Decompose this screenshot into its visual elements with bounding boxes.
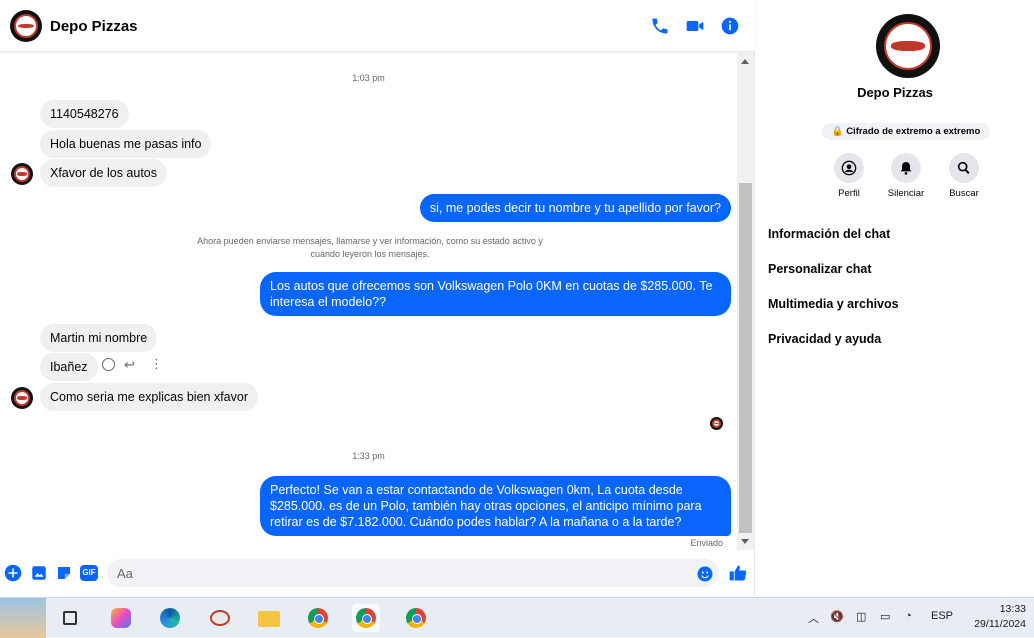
mute-button[interactable]: Silenciar — [876, 153, 936, 199]
encryption-badge[interactable]: 🔒 Cifrado de extremo a extremo — [822, 123, 990, 140]
sender-avatar — [11, 163, 33, 185]
menu-customize-chat[interactable]: Personalizar chat — [768, 262, 872, 276]
photo-icon[interactable] — [30, 564, 48, 582]
conversation-details-panel: Depo Pizzas 🔒 Cifrado de extremo a extre… — [756, 0, 1034, 597]
menu-privacy-help[interactable]: Privacidad y ayuda — [768, 332, 881, 346]
phone-icon[interactable] — [650, 16, 670, 36]
profile-icon — [834, 153, 864, 183]
file-explorer-icon[interactable] — [255, 604, 283, 632]
incoming-message[interactable]: Xfavor de los autos — [40, 159, 168, 187]
scroll-up-arrow[interactable] — [741, 59, 749, 64]
battery-icon[interactable]: ▭ — [880, 610, 890, 623]
menu-chat-info[interactable]: Información del chat — [768, 227, 890, 241]
show-hidden-icons-icon[interactable]: ︿ — [808, 610, 819, 626]
read-receipt-avatar — [710, 417, 723, 430]
language-indicator[interactable]: ESP — [931, 610, 953, 622]
edge-icon[interactable] — [156, 604, 184, 632]
messenger-app: Depo Pizzas 1:03 pm 1140548276 Hola buen… — [0, 0, 1034, 597]
chat-column: Depo Pizzas 1:03 pm 1140548276 Hola buen… — [0, 0, 755, 597]
bell-icon — [891, 153, 921, 183]
outgoing-message[interactable]: Perfecto! Se van a estar contactando de … — [260, 476, 731, 536]
sender-avatar — [11, 387, 33, 409]
outgoing-message[interactable]: si, me podes decir tu nombre y tu apelli… — [419, 194, 731, 222]
outgoing-message[interactable]: Los autos que ofrecemos son Volkswagen P… — [260, 272, 731, 316]
profile-button[interactable]: Perfil — [819, 153, 879, 199]
message-composer: GIF — [0, 552, 755, 597]
widgets-thumbnail[interactable] — [0, 598, 46, 638]
speaker-muted-icon[interactable]: 🔇 — [830, 610, 844, 623]
contact-avatar[interactable] — [10, 10, 42, 42]
gif-icon[interactable]: GIF — [80, 564, 100, 582]
message-scrollbar[interactable] — [737, 53, 754, 550]
info-icon[interactable] — [720, 16, 740, 36]
sticker-icon[interactable] — [55, 564, 73, 582]
scrollbar-thumb[interactable] — [739, 183, 752, 533]
camera-icon[interactable]: ◫ — [856, 610, 866, 623]
incoming-message[interactable]: 1140548276 — [40, 100, 129, 128]
copilot-icon[interactable] — [107, 604, 135, 632]
incoming-message[interactable]: Como seria me explicas bien xfavor — [40, 383, 258, 411]
message-list[interactable]: 1:03 pm 1140548276 Hola buenas me pasas … — [0, 53, 737, 550]
plus-icon[interactable] — [4, 564, 22, 582]
search-icon — [949, 153, 979, 183]
chrome-profile-t-icon[interactable] — [402, 604, 430, 632]
wifi-icon[interactable]: ◔ — [905, 610, 912, 622]
react-icon[interactable] — [102, 358, 115, 371]
menu-media-files[interactable]: Multimedia y archivos — [768, 297, 899, 311]
paint-icon[interactable] — [206, 604, 234, 632]
more-options-icon[interactable]: ⋮ — [150, 357, 163, 370]
incoming-message[interactable]: Martin mi nombre — [40, 324, 158, 352]
chat-header: Depo Pizzas — [0, 0, 755, 52]
windows-taskbar: ︿ 🔇 ◫ ▭ ◔ ESP 13:33 29/11/2024 — [0, 597, 1034, 638]
contact-name[interactable]: Depo Pizzas — [50, 18, 138, 35]
timestamp: 1:03 pm — [352, 73, 385, 83]
chrome-icon[interactable] — [304, 604, 332, 632]
video-call-icon[interactable] — [685, 16, 705, 36]
timestamp: 1:33 pm — [352, 451, 385, 461]
system-clock[interactable]: 13:33 29/11/2024 — [974, 602, 1026, 632]
lock-icon: 🔒 — [831, 126, 844, 137]
incoming-message[interactable]: Hola buenas me pasas info — [40, 130, 212, 158]
chrome-profile-icon[interactable] — [352, 604, 380, 632]
scroll-down-arrow[interactable] — [741, 539, 749, 544]
contact-name: Depo Pizzas — [857, 85, 933, 100]
system-notice: Ahora pueden enviarse mensajes, llamarse… — [197, 236, 543, 259]
incoming-message[interactable]: Ibañez — [40, 353, 98, 381]
reply-icon[interactable]: ↩ — [124, 358, 135, 371]
thumbs-up-icon[interactable] — [728, 563, 748, 583]
delivery-status: Enviado — [690, 538, 723, 548]
message-input[interactable] — [107, 559, 719, 587]
emoji-icon[interactable] — [696, 565, 714, 583]
contact-profile-picture[interactable] — [876, 14, 940, 78]
search-button[interactable]: Buscar — [934, 153, 994, 199]
task-view-icon[interactable] — [56, 604, 84, 632]
